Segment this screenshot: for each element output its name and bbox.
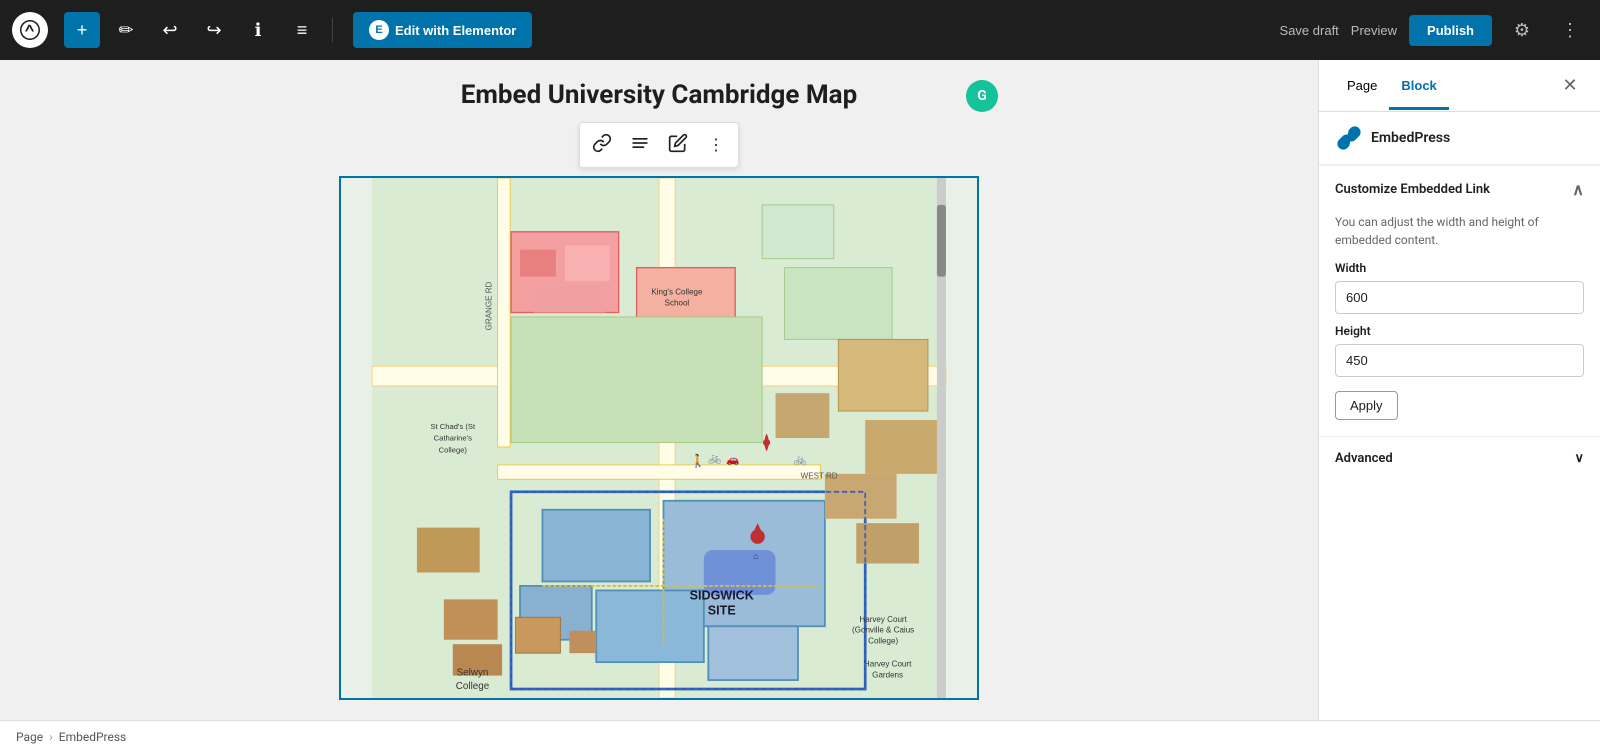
more-icon: ⋮: [708, 135, 724, 155]
plugin-name: EmbedPress: [1371, 130, 1450, 146]
settings-button[interactable]: ⚙: [1504, 12, 1540, 48]
svg-text:WEST RD: WEST RD: [801, 471, 838, 480]
undo-icon: ↩: [162, 20, 177, 41]
tab-block[interactable]: Block: [1389, 62, 1448, 110]
svg-text:Selwyn: Selwyn: [457, 668, 489, 679]
publish-button[interactable]: Publish: [1409, 15, 1492, 46]
undo-button[interactable]: ↩: [152, 12, 188, 48]
plus-icon: +: [77, 20, 88, 41]
edit-icon: [668, 133, 688, 158]
close-panel-button[interactable]: ✕: [1556, 72, 1584, 100]
breadcrumb-plugin: EmbedPress: [59, 730, 127, 744]
customize-section-title: Customize Embedded Link: [1335, 182, 1490, 197]
top-bar: + ✏ ↩ ↪ ℹ ≡ E Edit with Elementor Save d…: [0, 0, 1600, 60]
advanced-section-header[interactable]: Advanced ∨: [1319, 436, 1600, 480]
edit-elementor-button[interactable]: E Edit with Elementor: [353, 12, 532, 48]
breadcrumb-page: Page: [16, 730, 43, 744]
svg-text:Catharine's: Catharine's: [434, 434, 472, 443]
svg-text:Harvey Court: Harvey Court: [864, 660, 912, 669]
add-button[interactable]: +: [64, 12, 100, 48]
svg-text:St Chad's (St: St Chad's (St: [430, 422, 475, 431]
chevron-up-icon: ∧: [1572, 180, 1584, 199]
panel-header: Page Block ✕: [1319, 60, 1600, 112]
block-toolbar: ⋮: [579, 122, 739, 168]
align-icon: [630, 133, 650, 158]
svg-text:School: School: [665, 298, 690, 307]
block-align-button[interactable]: [622, 127, 658, 163]
breadcrumb-separator: ›: [49, 730, 53, 744]
svg-text:Gardens: Gardens: [872, 670, 903, 679]
svg-text:Harvey Court: Harvey Court: [859, 615, 907, 624]
ellipsis-icon: ⋮: [1561, 20, 1579, 41]
svg-text:King's College: King's College: [651, 288, 703, 297]
customize-section-header[interactable]: Customize Embedded Link ∧: [1319, 166, 1600, 213]
editor-area: G Embed University Cambridge Map: [0, 60, 1318, 720]
embedpress-icon: [1335, 124, 1363, 152]
chevron-down-icon: ∨: [1574, 451, 1584, 466]
customize-section: Customize Embedded Link ∧ You can adjust…: [1319, 165, 1600, 436]
customize-section-body: You can adjust the width and height of e…: [1319, 213, 1600, 436]
gear-icon: ⚙: [1514, 20, 1530, 41]
toolbar-divider: [332, 18, 333, 42]
svg-text:🚲: 🚲: [793, 453, 806, 466]
block-edit-button[interactable]: [660, 127, 696, 163]
svg-text:SIDGWICK: SIDGWICK: [690, 588, 754, 602]
apply-button[interactable]: Apply: [1335, 391, 1398, 420]
pencil-icon: ✏: [118, 20, 133, 41]
block-more-button[interactable]: ⋮: [698, 127, 734, 163]
width-label: Width: [1335, 261, 1584, 275]
edit-pencil-button[interactable]: ✏: [108, 12, 144, 48]
close-icon: ✕: [1562, 75, 1577, 96]
page-title: Embed University Cambridge Map: [461, 80, 857, 110]
svg-text:College: College: [456, 681, 490, 692]
link-icon: [592, 133, 612, 158]
grammarly-icon: G: [966, 80, 998, 112]
right-panel: Page Block ✕ EmbedPress Customi: [1318, 60, 1600, 720]
info-icon: ℹ: [255, 20, 262, 41]
map-container: King's College School: [339, 176, 979, 700]
save-draft-button[interactable]: Save draft: [1280, 23, 1339, 38]
breadcrumb: Page › EmbedPress: [0, 720, 1600, 752]
svg-text:College): College): [439, 445, 468, 454]
advanced-section-title: Advanced: [1335, 451, 1393, 466]
more-options-button[interactable]: ⋮: [1552, 12, 1588, 48]
main-area: G Embed University Cambridge Map: [0, 60, 1600, 720]
svg-text:(Gonville & Caius: (Gonville & Caius: [852, 626, 914, 635]
svg-text:GRANGE RD: GRANGE RD: [484, 281, 493, 330]
height-input[interactable]: [1335, 344, 1584, 377]
elementor-logo: E: [369, 20, 389, 40]
wp-logo[interactable]: [12, 12, 48, 48]
tab-page[interactable]: Page: [1335, 62, 1389, 110]
redo-button[interactable]: ↪: [196, 12, 232, 48]
width-input[interactable]: [1335, 281, 1584, 314]
panel-content: EmbedPress Customize Embedded Link ∧ You…: [1319, 112, 1600, 720]
preview-button[interactable]: Preview: [1351, 23, 1397, 38]
svg-text:College): College): [868, 636, 898, 645]
list-icon: ≡: [297, 20, 308, 41]
height-label: Height: [1335, 324, 1584, 338]
info-button[interactable]: ℹ: [240, 12, 276, 48]
tools-button[interactable]: ≡: [284, 12, 320, 48]
svg-text:🚗: 🚗: [726, 453, 739, 466]
plugin-header: EmbedPress: [1319, 112, 1600, 165]
svg-text:🚲: 🚲: [708, 451, 721, 464]
redo-icon: ↪: [206, 20, 221, 41]
top-bar-right: Save draft Preview Publish ⚙ ⋮: [1280, 12, 1588, 48]
edit-elementor-label: Edit with Elementor: [395, 23, 516, 38]
customize-description: You can adjust the width and height of e…: [1335, 213, 1584, 249]
svg-text:SITE: SITE: [708, 604, 736, 618]
svg-text:🚶: 🚶: [690, 453, 706, 469]
block-link-button[interactable]: [584, 127, 620, 163]
svg-text:⌂: ⌂: [753, 552, 758, 562]
